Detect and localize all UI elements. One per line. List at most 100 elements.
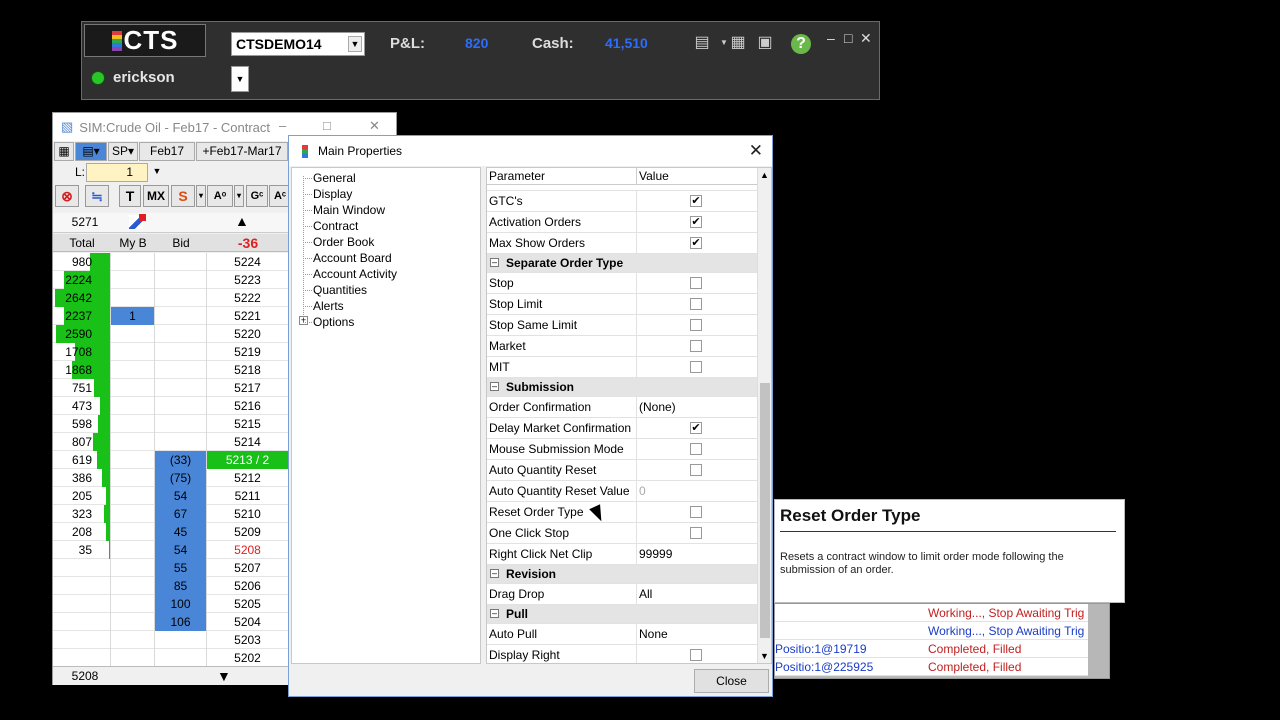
bid-cell[interactable] [155, 415, 207, 433]
chevron-down-icon[interactable]: ▾ [234, 185, 244, 207]
user-dropdown-button[interactable]: ▼ [231, 66, 249, 92]
my-bid-cell[interactable] [111, 253, 155, 271]
ladder-row[interactable]: 323 67 5210 [53, 505, 289, 523]
tree-item[interactable]: Account Board [313, 250, 392, 266]
value-field[interactable]: 99999 [639, 547, 672, 561]
chevron-down-icon[interactable]: ▾ [196, 185, 206, 207]
my-bid-cell[interactable] [111, 289, 155, 307]
expand-icon[interactable]: + [299, 316, 308, 325]
bid-header[interactable]: Bid [155, 234, 207, 252]
tree-item[interactable]: Order Book [313, 234, 374, 250]
minimize-icon[interactable]: – [279, 118, 286, 133]
scroll-down-icon[interactable]: ▼ [217, 668, 231, 684]
total-header[interactable]: Total [53, 234, 111, 252]
building-icon[interactable]: ▦ [726, 31, 750, 55]
my-bid-cell[interactable] [111, 523, 155, 541]
my-bid-cell[interactable] [111, 541, 155, 559]
ladder-row[interactable]: 106 5204 [53, 613, 289, 631]
bid-cell[interactable]: 55 [155, 559, 207, 577]
value-checkbox[interactable] [690, 506, 702, 518]
price-cell[interactable]: 5207 [207, 559, 289, 577]
bid-cell[interactable] [155, 289, 207, 307]
bid-cell[interactable] [155, 379, 207, 397]
price-cell[interactable]: 5218 [207, 361, 289, 379]
month-tab[interactable]: Feb17 [139, 142, 195, 161]
grid-row[interactable]: GTC's ✔ [487, 191, 758, 212]
value-checkbox[interactable]: ✔ [690, 422, 702, 434]
grid-row[interactable]: Stop Same Limit [487, 315, 758, 336]
ladder-row[interactable]: 5202 [53, 649, 289, 667]
bid-cell[interactable]: 67 [155, 505, 207, 523]
ladder-row[interactable]: 619 (33) 5213 / 2 [53, 451, 289, 469]
price-cell[interactable]: 5215 [207, 415, 289, 433]
grid-row[interactable]: Mouse Submission Mode [487, 439, 758, 460]
gtc-icon[interactable]: Gᶜ [246, 185, 268, 207]
scroll-up-icon[interactable]: ▲ [760, 170, 769, 180]
cancel-all-icon[interactable]: ⊗ [55, 185, 79, 207]
price-cell[interactable]: 5205 [207, 595, 289, 613]
grid-row[interactable]: Reset Order Type [487, 502, 758, 523]
grid-row[interactable]: Delay Market Confirmation ✔ [487, 418, 758, 439]
bid-cell[interactable]: 54 [155, 487, 207, 505]
tool-s-button[interactable]: S [171, 185, 195, 207]
grid-row[interactable]: Auto Quantity Reset Value 0 [487, 481, 758, 502]
value-checkbox[interactable] [690, 527, 702, 539]
value-field[interactable]: (None) [639, 400, 676, 414]
grid-row[interactable]: Max Show Orders ✔ [487, 233, 758, 254]
grid-row[interactable]: Activation Orders ✔ [487, 212, 758, 233]
grid-category[interactable]: – Pull [487, 605, 758, 624]
grid-category[interactable]: – Submission [487, 378, 758, 397]
ladder-row[interactable]: 2237 1 5221 [53, 307, 289, 325]
ladder-row[interactable]: 208 45 5209 [53, 523, 289, 541]
tree-item[interactable]: Options [313, 314, 354, 330]
grid-row[interactable]: Stop [487, 273, 758, 294]
price-cell[interactable]: 5223 [207, 271, 289, 289]
route-icon[interactable]: ▤▾ [75, 142, 107, 161]
tool-mx-button[interactable]: MX [143, 185, 169, 207]
tool-t-button[interactable]: T [119, 185, 141, 207]
my-bid-cell[interactable] [111, 451, 155, 469]
value-checkbox[interactable] [690, 361, 702, 373]
bid-cell[interactable] [155, 433, 207, 451]
ladder-settings-icon[interactable]: ▦ [54, 142, 74, 161]
my-bid-cell[interactable] [111, 649, 155, 667]
grid-row[interactable]: Display Right [487, 645, 758, 663]
my-bid-cell[interactable] [111, 469, 155, 487]
grid-row[interactable]: Right Click Net Clip 99999 [487, 544, 758, 565]
value-checkbox[interactable] [690, 340, 702, 352]
order-row[interactable]: Working..., Stop Awaiting Trig [775, 622, 1088, 640]
value-checkbox[interactable]: ✔ [690, 216, 702, 228]
grid-row[interactable]: One Click Stop [487, 523, 758, 544]
price-cell[interactable]: 5208 [207, 541, 289, 559]
chevron-down-icon[interactable]: ▼ [348, 36, 362, 52]
tree-item[interactable]: General [313, 170, 356, 186]
quantity-dropdown-icon[interactable]: ▼ [149, 163, 165, 182]
bid-cell[interactable]: 85 [155, 577, 207, 595]
maximize-icon[interactable]: □ [844, 30, 852, 46]
tree-item[interactable]: Contract [313, 218, 358, 234]
ladder-row[interactable]: 100 5205 [53, 595, 289, 613]
collapse-icon[interactable]: – [490, 569, 499, 578]
price-cell[interactable]: 5202 [207, 649, 289, 667]
ladder-row[interactable]: 751 5217 [53, 379, 289, 397]
my-bid-cell[interactable] [111, 487, 155, 505]
value-field[interactable]: All [639, 587, 652, 601]
quantity-input[interactable]: 1 [86, 163, 148, 182]
collapse-icon[interactable]: – [490, 609, 499, 618]
value-checkbox[interactable]: ✔ [690, 237, 702, 249]
bid-cell[interactable] [155, 649, 207, 667]
price-cell[interactable]: 5210 [207, 505, 289, 523]
price-cell[interactable]: 5214 [207, 433, 289, 451]
ladder-row[interactable]: 85 5206 [53, 577, 289, 595]
tree-item[interactable]: Alerts [313, 298, 344, 314]
tree-item[interactable]: Quantities [313, 282, 367, 298]
ladder-row[interactable]: 2642 5222 [53, 289, 289, 307]
order-row[interactable]: Positio:1@225925 Completed, Filled [775, 658, 1088, 676]
bid-cell[interactable] [155, 325, 207, 343]
value-checkbox[interactable] [690, 298, 702, 310]
collapse-icon[interactable]: – [490, 258, 499, 267]
grid-scrollbar[interactable]: ▲ ▼ [757, 168, 771, 663]
ladder-row[interactable]: 2224 5223 [53, 271, 289, 289]
scroll-up-icon[interactable]: ▲ [235, 213, 249, 229]
bid-cell[interactable] [155, 271, 207, 289]
